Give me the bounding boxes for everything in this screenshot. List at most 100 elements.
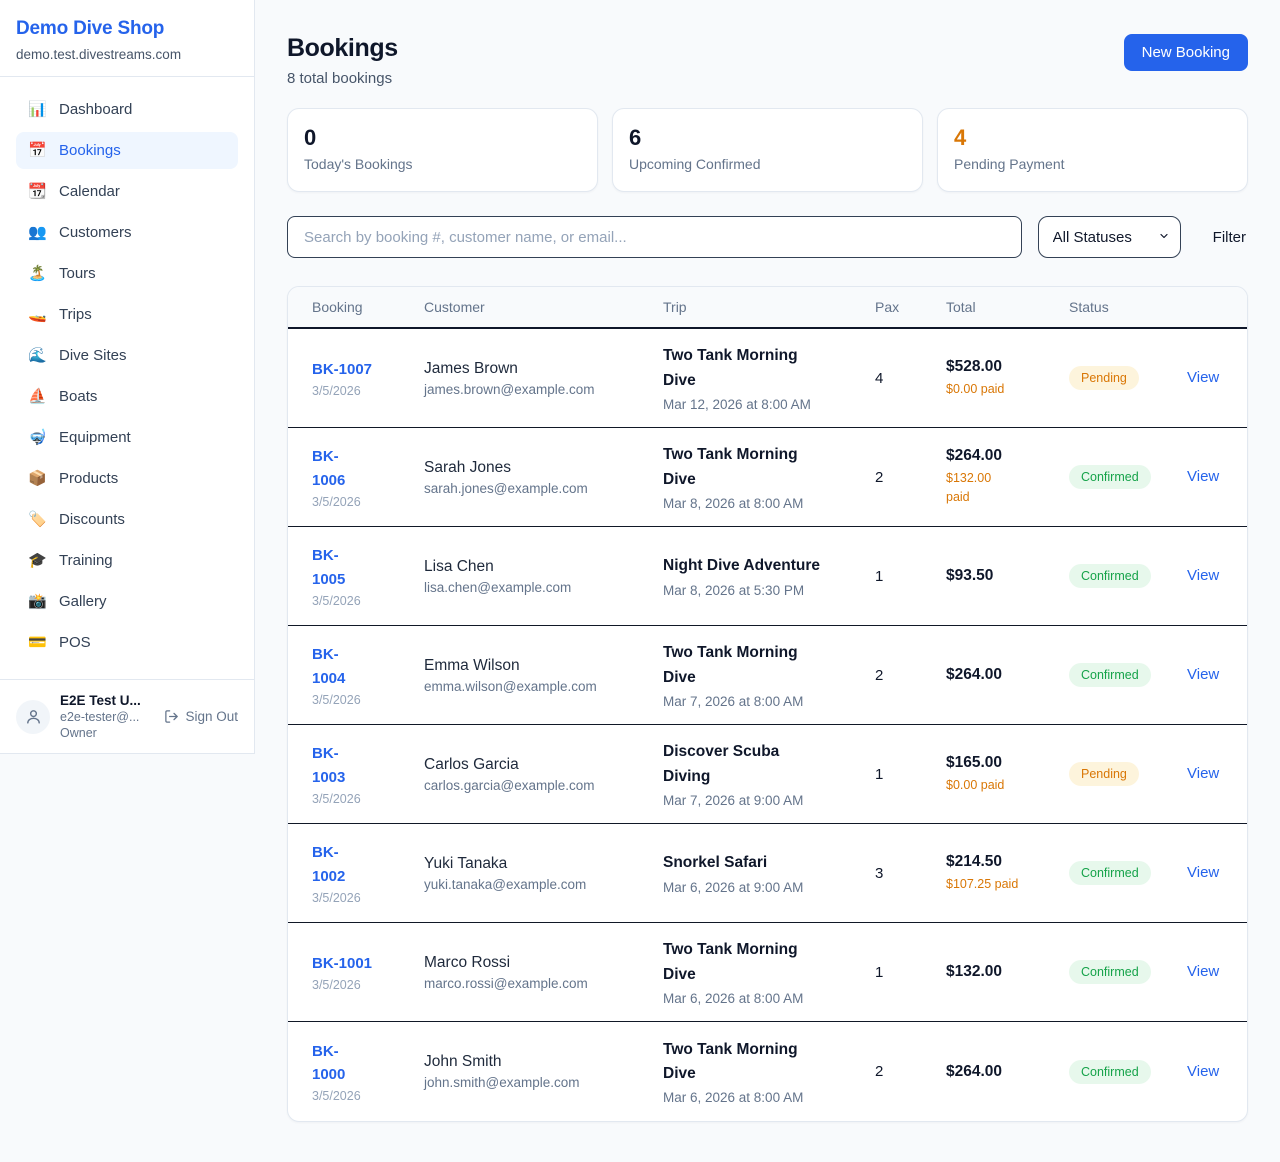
booking-id-link[interactable]: BK- 1003 (312, 742, 424, 789)
pax-cell: 4 (875, 370, 946, 387)
filter-button[interactable]: Filter (1211, 223, 1248, 252)
view-link[interactable]: View (1187, 864, 1219, 881)
brand-header: Demo Dive Shop demo.test.divestreams.com (0, 0, 254, 77)
trip-datetime: Mar 6, 2026 at 8:00 AM (663, 1090, 875, 1105)
total-amount: $528.00 (946, 358, 1069, 376)
trip-name: Two Tank Morning Dive (663, 938, 875, 986)
wave-icon: 🌊 (28, 348, 46, 363)
stat-label: Pending Payment (954, 156, 1231, 172)
sidebar-item-products[interactable]: 📦 Products (16, 460, 238, 497)
trip-cell: Snorkel Safari Mar 6, 2026 at 9:00 AM (663, 851, 875, 894)
customer-email: lisa.chen@example.com (424, 580, 663, 595)
column-header-trip: Trip (663, 299, 875, 315)
customer-email: carlos.garcia@example.com (424, 778, 663, 793)
view-link[interactable]: View (1187, 468, 1219, 485)
total-cell: $528.00 $0.00 paid (946, 358, 1069, 399)
booking-cell: BK- 1004 3/5/2026 (312, 643, 424, 707)
trip-cell: Two Tank Morning Dive Mar 7, 2026 at 8:0… (663, 641, 875, 708)
total-cell: $264.00 (946, 1063, 1069, 1081)
sidebar-item-calendar[interactable]: 📆 Calendar (16, 173, 238, 210)
sidebar-item-label: Equipment (59, 429, 131, 446)
trip-name: Two Tank Morning Dive (663, 1038, 875, 1086)
view-link[interactable]: View (1187, 666, 1219, 683)
total-cell: $132.00 (946, 963, 1069, 981)
sidebar-item-dive-sites[interactable]: 🌊 Dive Sites (16, 337, 238, 374)
stat-value: 4 (954, 124, 1231, 153)
view-link[interactable]: View (1187, 765, 1219, 782)
camera-icon: 📸 (28, 594, 46, 609)
booking-cell: BK- 1006 3/5/2026 (312, 445, 424, 509)
customer-email: marco.rossi@example.com (424, 976, 663, 991)
sidebar-item-training[interactable]: 🎓 Training (16, 542, 238, 579)
sidebar-item-trips[interactable]: 🚤 Trips (16, 296, 238, 333)
island-icon: 🏝️ (28, 266, 46, 281)
bar-chart-icon: 📊 (28, 102, 46, 117)
booking-id-link[interactable]: BK- 1004 (312, 643, 424, 690)
sidebar-item-tours[interactable]: 🏝️ Tours (16, 255, 238, 292)
total-cell: $93.50 (946, 567, 1069, 585)
column-header-status: Status (1069, 299, 1187, 315)
booking-date: 3/5/2026 (312, 495, 424, 509)
trip-cell: Two Tank Morning Dive Mar 12, 2026 at 8:… (663, 344, 875, 411)
search-input[interactable] (287, 216, 1022, 258)
view-link[interactable]: View (1187, 567, 1219, 584)
booking-id-link[interactable]: BK- 1006 (312, 445, 424, 492)
package-icon: 📦 (28, 471, 46, 486)
trip-name: Two Tank Morning Dive (663, 443, 875, 491)
status-cell: Confirmed (1069, 663, 1187, 687)
sailboat-icon: ⛵ (28, 389, 46, 404)
graduation-cap-icon: 🎓 (28, 553, 46, 568)
trip-name: Snorkel Safari (663, 851, 875, 875)
booking-date: 3/5/2026 (312, 1089, 424, 1103)
page-header: Bookings 8 total bookings New Booking (287, 34, 1248, 87)
sidebar-item-dashboard[interactable]: 📊 Dashboard (16, 91, 238, 128)
customer-cell: Lisa Chen lisa.chen@example.com (424, 558, 663, 595)
sidebar-item-customers[interactable]: 👥 Customers (16, 214, 238, 251)
sidebar-item-equipment[interactable]: 🤿 Equipment (16, 419, 238, 456)
customer-email: yuki.tanaka@example.com (424, 877, 663, 892)
stat-label: Today's Bookings (304, 156, 581, 172)
sign-out-button[interactable]: Sign Out (164, 709, 238, 724)
trip-cell: Discover Scuba Diving Mar 7, 2026 at 9:0… (663, 740, 875, 807)
sidebar-item-label: Calendar (59, 183, 120, 200)
sidebar-item-discounts[interactable]: 🏷️ Discounts (16, 501, 238, 538)
customer-email: james.brown@example.com (424, 382, 663, 397)
user-name: E2E Test U... (60, 693, 154, 708)
page-title: Bookings (287, 34, 398, 63)
view-link[interactable]: View (1187, 1063, 1219, 1080)
table-row: BK- 1004 3/5/2026 Emma Wilson emma.wilso… (288, 626, 1247, 725)
trip-name: Discover Scuba Diving (663, 740, 875, 788)
sidebar-item-label: Trips (59, 306, 92, 323)
table-row: BK- 1000 3/5/2026 John Smith john.smith@… (288, 1022, 1247, 1121)
view-link[interactable]: View (1187, 963, 1219, 980)
booking-id-link[interactable]: BK- 1005 (312, 544, 424, 591)
brand-name: Demo Dive Shop (16, 18, 238, 40)
status-badge: Pending (1069, 762, 1139, 786)
status-filter-select[interactable]: All Statuses (1038, 216, 1181, 258)
view-link[interactable]: View (1187, 369, 1219, 386)
trip-datetime: Mar 7, 2026 at 8:00 AM (663, 694, 875, 709)
sidebar-item-pos[interactable]: 💳 POS (16, 624, 238, 661)
people-icon: 👥 (28, 225, 46, 240)
status-cell: Confirmed (1069, 564, 1187, 588)
table-body: BK-1007 3/5/2026 James Brown james.brown… (288, 329, 1247, 1121)
booking-id-link[interactable]: BK- 1002 (312, 841, 424, 888)
customer-name: Carlos Garcia (424, 756, 663, 774)
actions-cell: View (1187, 765, 1223, 783)
sidebar-item-boats[interactable]: ⛵ Boats (16, 378, 238, 415)
status-cell: Pending (1069, 366, 1187, 390)
booking-id-link[interactable]: BK-1001 (312, 952, 424, 975)
sidebar-item-gallery[interactable]: 📸 Gallery (16, 583, 238, 620)
booking-date: 3/5/2026 (312, 384, 424, 398)
booking-cell: BK-1007 3/5/2026 (312, 358, 424, 398)
column-header-booking: Booking (312, 299, 424, 315)
logout-icon (164, 709, 179, 724)
pax-cell: 1 (875, 964, 946, 981)
booking-id-link[interactable]: BK-1007 (312, 358, 424, 381)
status-cell: Confirmed (1069, 960, 1187, 984)
sidebar-item-bookings[interactable]: 📅 Bookings (16, 132, 238, 169)
booking-date: 3/5/2026 (312, 978, 424, 992)
new-booking-button[interactable]: New Booking (1124, 34, 1248, 71)
booking-id-link[interactable]: BK- 1000 (312, 1040, 424, 1087)
sign-out-label: Sign Out (185, 709, 238, 724)
